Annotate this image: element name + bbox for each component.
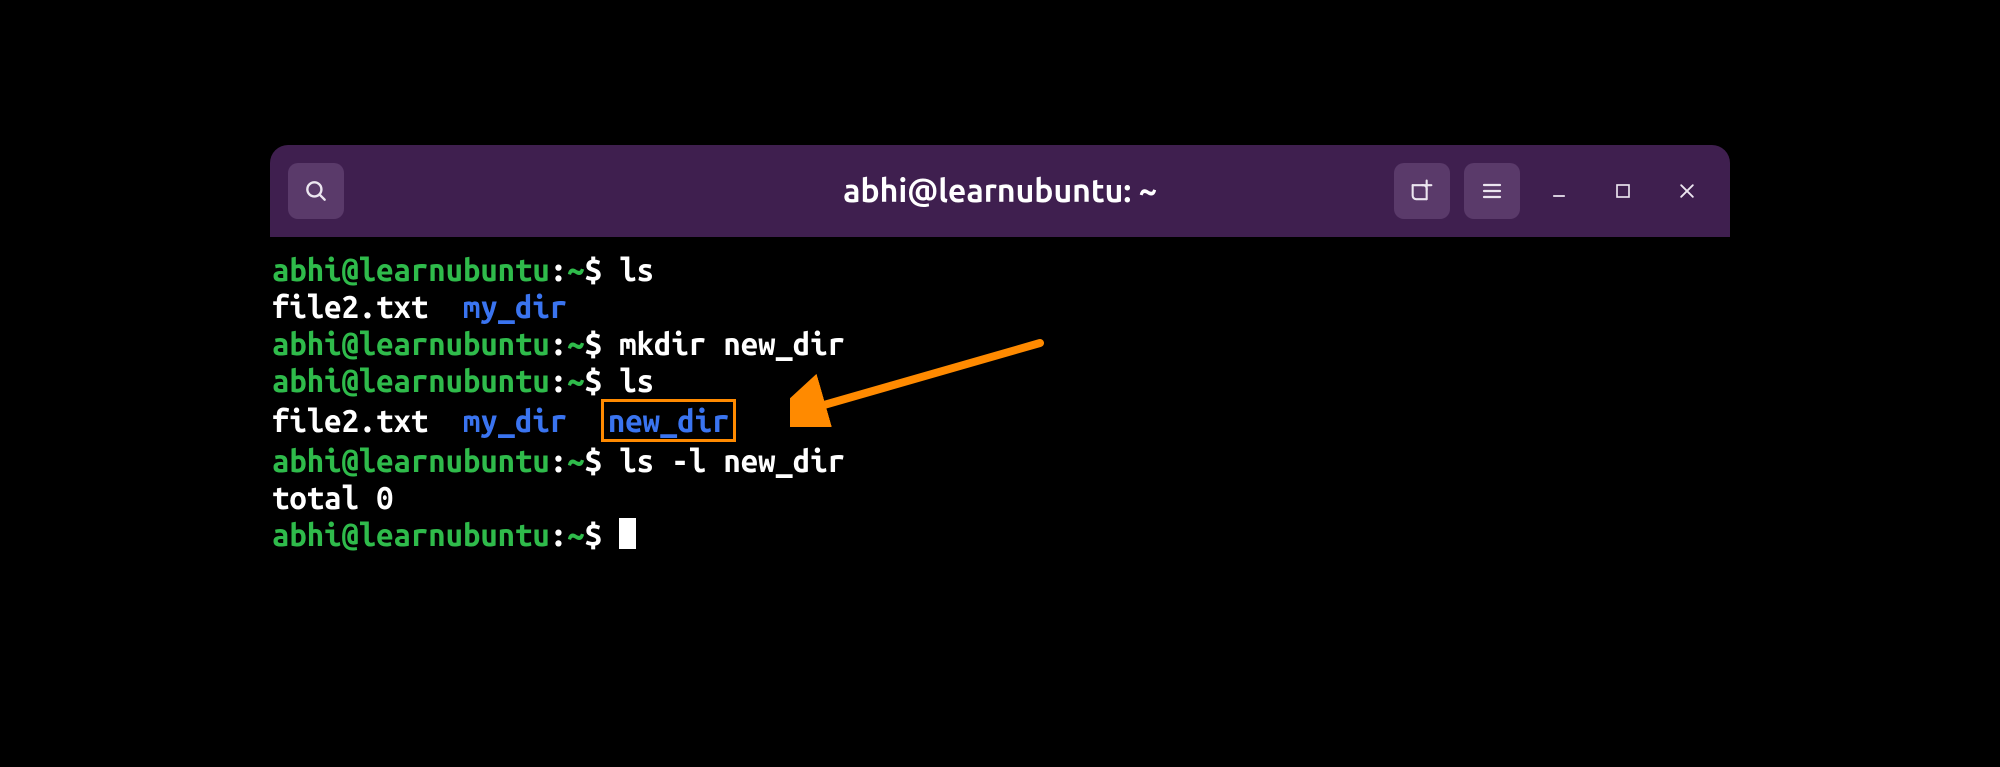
titlebar-right-group <box>1394 163 1712 219</box>
maximize-button[interactable] <box>1598 182 1648 200</box>
search-button[interactable] <box>288 163 344 219</box>
search-icon <box>303 178 329 204</box>
terminal-line: file2.txt my_dir new_dir <box>270 399 1730 442</box>
command-text: ls <box>619 252 654 287</box>
prompt-user-host: abhi@learnubuntu <box>272 326 550 361</box>
terminal-line: total 0 <box>270 479 1730 516</box>
hamburger-menu-icon <box>1480 179 1504 203</box>
window-title: abhi@learnubuntu: ~ <box>843 173 1157 209</box>
terminal-line: abhi@learnubuntu:~$ ls <box>270 362 1730 399</box>
cursor <box>619 518 636 549</box>
ls-dir: my_dir <box>463 403 567 438</box>
prompt-symbol: $ <box>585 252 602 287</box>
close-button[interactable] <box>1662 181 1712 201</box>
titlebar: abhi@learnubuntu: ~ <box>270 145 1730 237</box>
terminal-line: abhi@learnubuntu:~$ ls -l new_dir <box>270 442 1730 479</box>
highlight-box: new_dir <box>601 399 737 442</box>
menu-button[interactable] <box>1464 163 1520 219</box>
terminal-window: abhi@learnubuntu: ~ <box>270 145 1730 623</box>
terminal-line: abhi@learnubuntu:~$ mkdir new_dir <box>270 325 1730 362</box>
prompt-colon: : <box>550 252 567 287</box>
ls-dir-highlighted: new_dir <box>608 403 730 438</box>
minimize-icon <box>1549 181 1569 201</box>
ls-file: file2.txt <box>272 403 428 438</box>
terminal-line: abhi@learnubuntu:~$ ls <box>270 251 1730 288</box>
maximize-icon <box>1614 182 1632 200</box>
terminal-body[interactable]: abhi@learnubuntu:~$ ls file2.txt my_dir … <box>270 237 1730 623</box>
terminal-line: abhi@learnubuntu:~$ <box>270 516 1730 553</box>
terminal-line: file2.txt my_dir <box>270 288 1730 325</box>
command-text: ls -l new_dir <box>619 443 845 478</box>
close-icon <box>1677 181 1697 201</box>
output-text: total 0 <box>272 480 394 515</box>
command-text: mkdir new_dir <box>619 326 845 361</box>
prompt-path: ~ <box>567 252 584 287</box>
new-tab-icon <box>1408 177 1436 205</box>
ls-file: file2.txt <box>272 289 428 324</box>
command-text: ls <box>619 363 654 398</box>
prompt-user-host: abhi@learnubuntu <box>272 252 550 287</box>
ls-dir: my_dir <box>463 289 567 324</box>
minimize-button[interactable] <box>1534 181 1584 201</box>
new-tab-button[interactable] <box>1394 163 1450 219</box>
